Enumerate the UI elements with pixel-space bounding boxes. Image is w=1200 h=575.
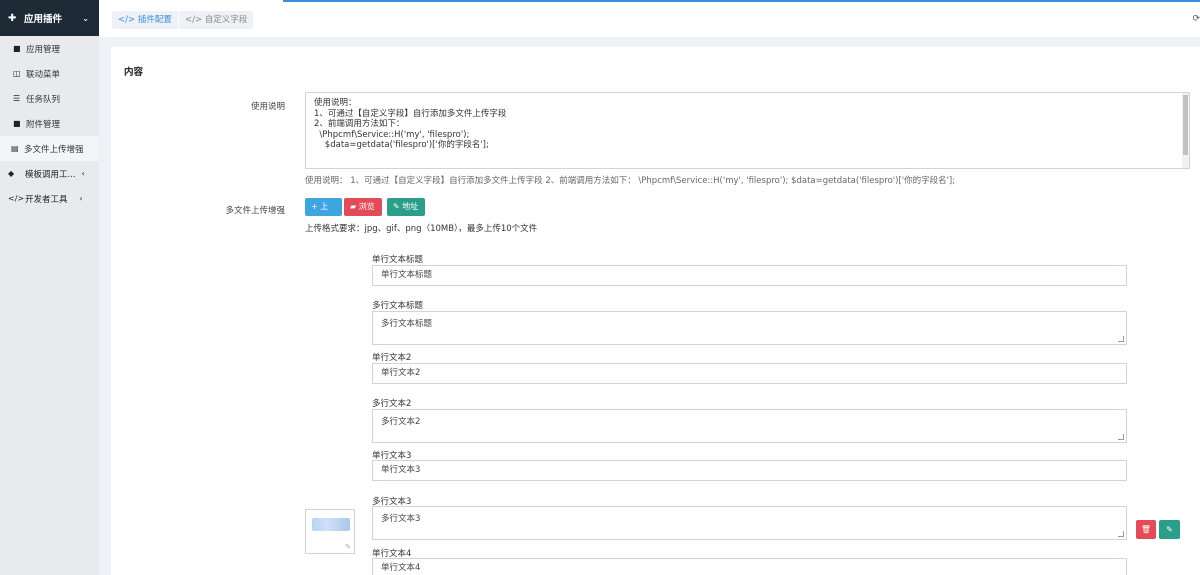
- sidebar-group-label: 模板调用工...: [25, 169, 76, 180]
- usage-label: 使用说明: [250, 102, 285, 112]
- plus-icon: +: [311, 202, 318, 211]
- image-preview: [312, 518, 350, 531]
- sidebar-item-task-queue[interactable]: ☰ 任务队列: [0, 86, 99, 111]
- field-label: 多行文本标题: [372, 301, 424, 311]
- edit-icon[interactable]: ✎: [345, 543, 351, 551]
- sidebar-item-label: 多文件上传增强: [24, 144, 84, 155]
- code-icon: </>: [8, 194, 25, 203]
- upload-requirement: 上传格式要求：jpg、gif、png（10MB），最多上传10个文件: [305, 224, 538, 234]
- edit-icon: ✎: [393, 202, 400, 211]
- code-icon: </>: [118, 15, 136, 25]
- single-text-4-input[interactable]: 单行文本4: [372, 558, 1127, 575]
- browse-button[interactable]: ▰ 浏览: [344, 198, 382, 216]
- refresh-icon[interactable]: ⟳: [1192, 14, 1200, 24]
- file-icon: ▤: [11, 144, 19, 153]
- chevron-down-icon: ⌄: [82, 13, 89, 23]
- folder-icon: ▰: [350, 202, 357, 211]
- puzzle-icon: ✚: [8, 12, 17, 24]
- sidebar-item-label: 附件管理: [26, 119, 61, 130]
- columns-icon: ◫: [13, 69, 21, 78]
- single-text-3-input[interactable]: 单行文本3: [372, 460, 1127, 481]
- sidebar-group-label: 开发者工具: [25, 194, 68, 205]
- address-button[interactable]: ✎ 地址: [387, 198, 425, 216]
- scrollbar[interactable]: [1182, 93, 1189, 168]
- multi-text-3-textarea[interactable]: 多行文本3: [372, 506, 1127, 540]
- folder-icon: ■: [13, 119, 21, 128]
- field-label: 单行文本标题: [372, 255, 424, 265]
- sidebar-item-app-management[interactable]: ■ 应用管理: [0, 36, 99, 61]
- trash-icon: 🗑: [1140, 525, 1152, 534]
- tag-icon: ◆: [8, 169, 15, 178]
- sidebar-item-attachments[interactable]: ■ 附件管理: [0, 111, 99, 136]
- edit-icon: ✎: [1166, 525, 1173, 534]
- single-text-title-input[interactable]: 单行文本标题: [372, 265, 1127, 286]
- multi-text-title-textarea[interactable]: 多行文本标题: [372, 311, 1127, 345]
- list-icon: ☰: [13, 94, 21, 103]
- delete-file-button[interactable]: 🗑: [1136, 520, 1156, 539]
- sidebar-item-label: 任务队列: [26, 94, 61, 105]
- page-progress-bar: [283, 0, 1200, 2]
- field-label: 多行文本2: [372, 399, 412, 409]
- sidebar-group-dev-tools[interactable]: </> 开发者工具 ‹: [0, 186, 99, 211]
- usage-textarea[interactable]: 使用说明： 1、可通过【自定义字段】自行添加多文件上传字段 2、前端调用方法如下…: [305, 92, 1190, 169]
- usage-help-text: 使用说明： 1、可通过【自定义字段】自行添加多文件上传字段 2、前端调用方法如下…: [305, 176, 956, 186]
- multi-text-2-textarea[interactable]: 多行文本2: [372, 409, 1127, 443]
- single-text-2-input[interactable]: 单行文本2: [372, 363, 1127, 384]
- sidebar-item-linkage-menu[interactable]: ◫ 联动菜单: [0, 61, 99, 86]
- content-panel: 内容 使用说明 使用说明： 1、可通过【自定义字段】自行添加多文件上传字段 2、…: [111, 47, 1200, 575]
- uploaded-file-thumbnail[interactable]: ✎: [305, 509, 355, 554]
- tab-plugin-config[interactable]: </> 插件配置: [112, 11, 178, 29]
- sidebar: ✚ 应用插件 ⌄ ■ 应用管理 ◫ 联动菜单 ☰ 任务队列 ■ 附件管理 ▤ 多…: [0, 0, 99, 575]
- sidebar-item-multi-upload[interactable]: ▤ 多文件上传增强: [0, 136, 99, 161]
- code-icon: </>: [185, 15, 203, 25]
- chevron-left-icon: ‹: [81, 169, 85, 178]
- sidebar-header-label: 应用插件: [24, 14, 63, 25]
- upload-button[interactable]: + 上传: [305, 198, 342, 229]
- field-label: 单行文本2: [372, 353, 412, 363]
- chevron-left-icon: ‹: [79, 194, 83, 203]
- sidebar-item-label: 联动菜单: [26, 69, 61, 80]
- panel-title: 内容: [124, 67, 144, 78]
- upload-field-label: 多文件上传增强: [225, 206, 285, 216]
- tab-custom-fields[interactable]: </> 自定义字段: [179, 11, 254, 29]
- sidebar-group-templates[interactable]: ◆ 模板调用工... ‹: [0, 161, 99, 186]
- sidebar-item-label: 应用管理: [26, 44, 61, 55]
- edit-file-button[interactable]: ✎: [1159, 520, 1180, 539]
- header-bar: </> 插件配置 </> 自定义字段 ⟳: [99, 0, 1200, 37]
- folder-icon: ■: [13, 44, 21, 53]
- sidebar-header-app-plugins[interactable]: ✚ 应用插件 ⌄: [0, 0, 99, 36]
